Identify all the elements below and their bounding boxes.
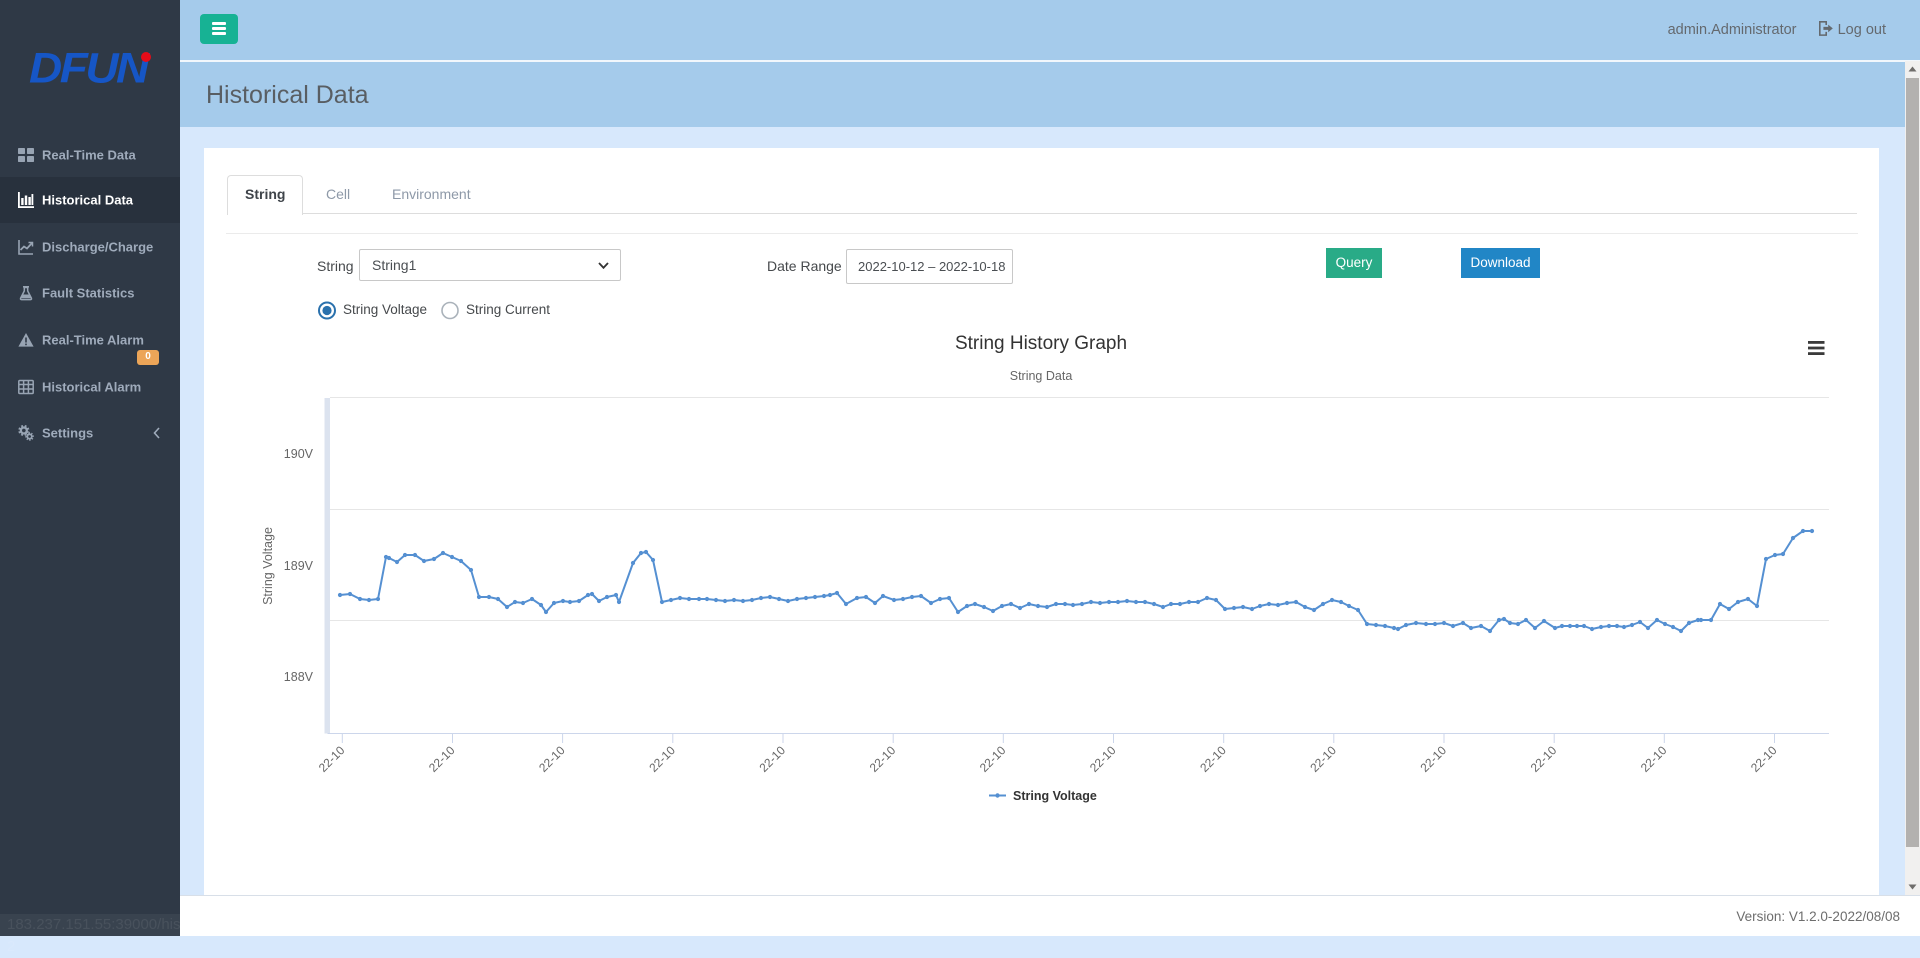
svg-text:22-10: 22-10: [1418, 743, 1450, 775]
svg-text:22-10: 22-10: [646, 743, 678, 775]
svg-text:190V: 190V: [284, 447, 314, 461]
svg-text:22-10: 22-10: [977, 743, 1009, 775]
svg-text:188V: 188V: [284, 670, 314, 684]
svg-text:22-10: 22-10: [316, 743, 348, 775]
svg-text:22-10: 22-10: [1528, 743, 1560, 775]
svg-text:22-10: 22-10: [536, 743, 568, 775]
svg-text:22-10: 22-10: [757, 743, 789, 775]
svg-text:22-10: 22-10: [426, 743, 458, 775]
svg-text:22-10: 22-10: [867, 743, 899, 775]
svg-text:String History Graph: String History Graph: [955, 333, 1127, 354]
svg-text:22-10: 22-10: [1087, 743, 1119, 775]
svg-text:189V: 189V: [284, 559, 314, 573]
svg-text:String Voltage: String Voltage: [261, 527, 275, 605]
svg-text:22-10: 22-10: [1197, 743, 1229, 775]
svg-text:22-10: 22-10: [1307, 743, 1339, 775]
svg-text:22-10: 22-10: [1638, 743, 1670, 775]
svg-text:String Voltage: String Voltage: [1013, 789, 1097, 803]
svg-text:String Data: String Data: [1010, 369, 1073, 383]
svg-text:22-10: 22-10: [1748, 743, 1780, 775]
